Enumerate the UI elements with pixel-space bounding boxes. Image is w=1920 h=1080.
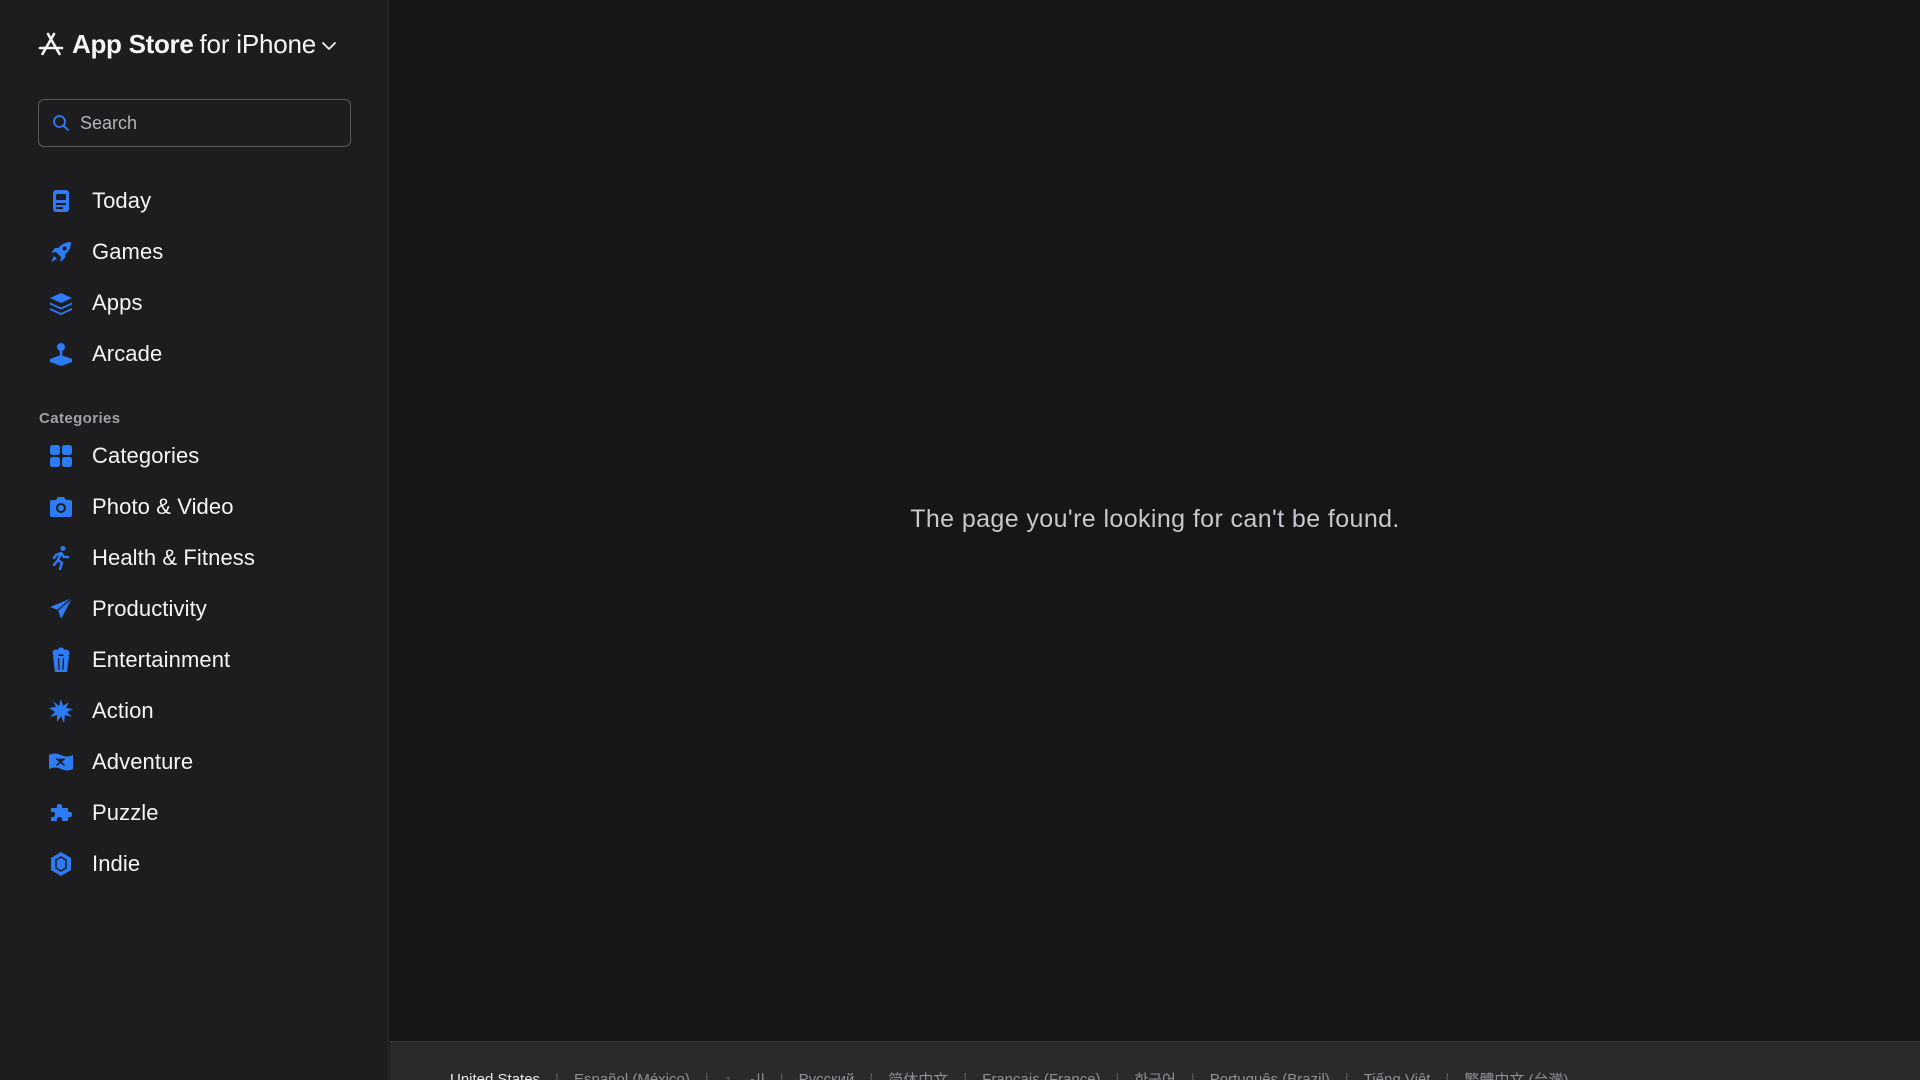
runner-icon [52, 545, 70, 570]
language-list: United States | Español (México) | العربية | Р… [450, 1069, 1569, 1080]
language-separator: | [1344, 1071, 1349, 1080]
joystick-icon [50, 342, 72, 366]
layers-icon [50, 292, 72, 315]
not-found-message: The page you're looking for can't be fou… [910, 505, 1400, 533]
nav-label-today: Today [92, 187, 152, 213]
language-link[interactable]: Русский [799, 1071, 855, 1080]
paperplane-icon [50, 596, 73, 619]
search-input[interactable] [80, 112, 340, 134]
nav-item-apps[interactable]: Apps [38, 277, 358, 328]
language-link[interactable]: 한국어 [1134, 1069, 1175, 1080]
language-separator: | [869, 1071, 874, 1080]
sidebar: App Store for iPhone Today [0, 0, 389, 1080]
nav-label-entertainment: Entertainment [92, 646, 231, 672]
language-link[interactable]: Tiếng Việt [1364, 1071, 1431, 1080]
nav-item-action[interactable]: Action [38, 685, 358, 736]
main-content: The page you're looking for can't be fou… [390, 0, 1920, 1041]
nav-label-arcade: Arcade [92, 340, 163, 366]
nav-item-photo-video[interactable]: Photo & Video [38, 481, 358, 532]
nav-label-puzzle: Puzzle [92, 799, 159, 825]
footer: United States | Español (México) | العربية | Р… [390, 1041, 1920, 1080]
nav-item-arcade[interactable]: Arcade [38, 328, 358, 379]
language-link[interactable]: Español (México) [574, 1071, 690, 1080]
nav-item-entertainment[interactable]: Entertainment [38, 634, 358, 685]
language-link[interactable]: United States [450, 1071, 540, 1080]
primary-nav: Today Games Apps Arcade [38, 175, 358, 379]
app-store-logo-icon [38, 32, 64, 56]
language-link[interactable]: العربية [724, 1071, 765, 1080]
hexagon-icon [51, 851, 71, 876]
nav-item-puzzle[interactable]: Puzzle [38, 787, 358, 838]
categories-heading: Categories [39, 410, 121, 427]
categories-nav: Categories Photo & Video Health & Fitnes… [38, 430, 358, 889]
language-separator: | [1115, 1071, 1120, 1080]
brand-name: App Store [72, 28, 194, 59]
language-separator: | [1445, 1071, 1450, 1080]
rocket-icon [51, 241, 71, 262]
platform-label: for iPhone [199, 28, 317, 59]
nav-label-apps: Apps [92, 289, 143, 315]
language-link[interactable]: 简体中文 [888, 1069, 948, 1080]
language-separator: | [1190, 1071, 1195, 1080]
search-box[interactable] [38, 99, 351, 147]
chevron-down-icon [322, 42, 336, 50]
app-store-platform-switcher[interactable]: App Store for iPhone [37, 26, 337, 62]
nav-label-productivity: Productivity [92, 595, 207, 621]
language-separator: | [555, 1071, 559, 1080]
nav-item-productivity[interactable]: Productivity [38, 583, 358, 634]
nav-item-games[interactable]: Games [38, 226, 358, 277]
nav-item-adventure[interactable]: Adventure [38, 736, 358, 787]
nav-label-categories: Categories [92, 442, 200, 468]
language-separator: | [963, 1071, 968, 1080]
language-separator: | [704, 1071, 709, 1080]
language-link[interactable]: Français (France) [982, 1071, 1100, 1080]
nav-item-today[interactable]: Today [38, 175, 358, 226]
nav-label-action: Action [92, 697, 154, 723]
grid-icon [50, 444, 72, 467]
language-link[interactable]: 繁體中文 (台灣) [1464, 1069, 1568, 1080]
puzzle-icon [51, 803, 72, 821]
nav-label-indie: Indie [92, 850, 141, 876]
search-icon [53, 115, 69, 131]
nav-label-adventure: Adventure [92, 748, 194, 774]
burst-icon [49, 698, 73, 723]
nav-label-games: Games [92, 238, 164, 264]
flag-icon [49, 753, 73, 770]
language-link[interactable]: Português (Brazil) [1210, 1071, 1330, 1080]
nav-label-photo-video: Photo & Video [92, 493, 234, 519]
nav-item-health-fitness[interactable]: Health & Fitness [38, 532, 358, 583]
nav-label-health-fitness: Health & Fitness [92, 544, 256, 570]
nav-item-indie[interactable]: Indie [38, 838, 358, 889]
camera-icon [50, 496, 72, 517]
language-separator: | [779, 1071, 784, 1080]
popcorn-icon [52, 647, 70, 672]
today-icon [53, 189, 69, 212]
nav-item-categories[interactable]: Categories [38, 430, 358, 481]
